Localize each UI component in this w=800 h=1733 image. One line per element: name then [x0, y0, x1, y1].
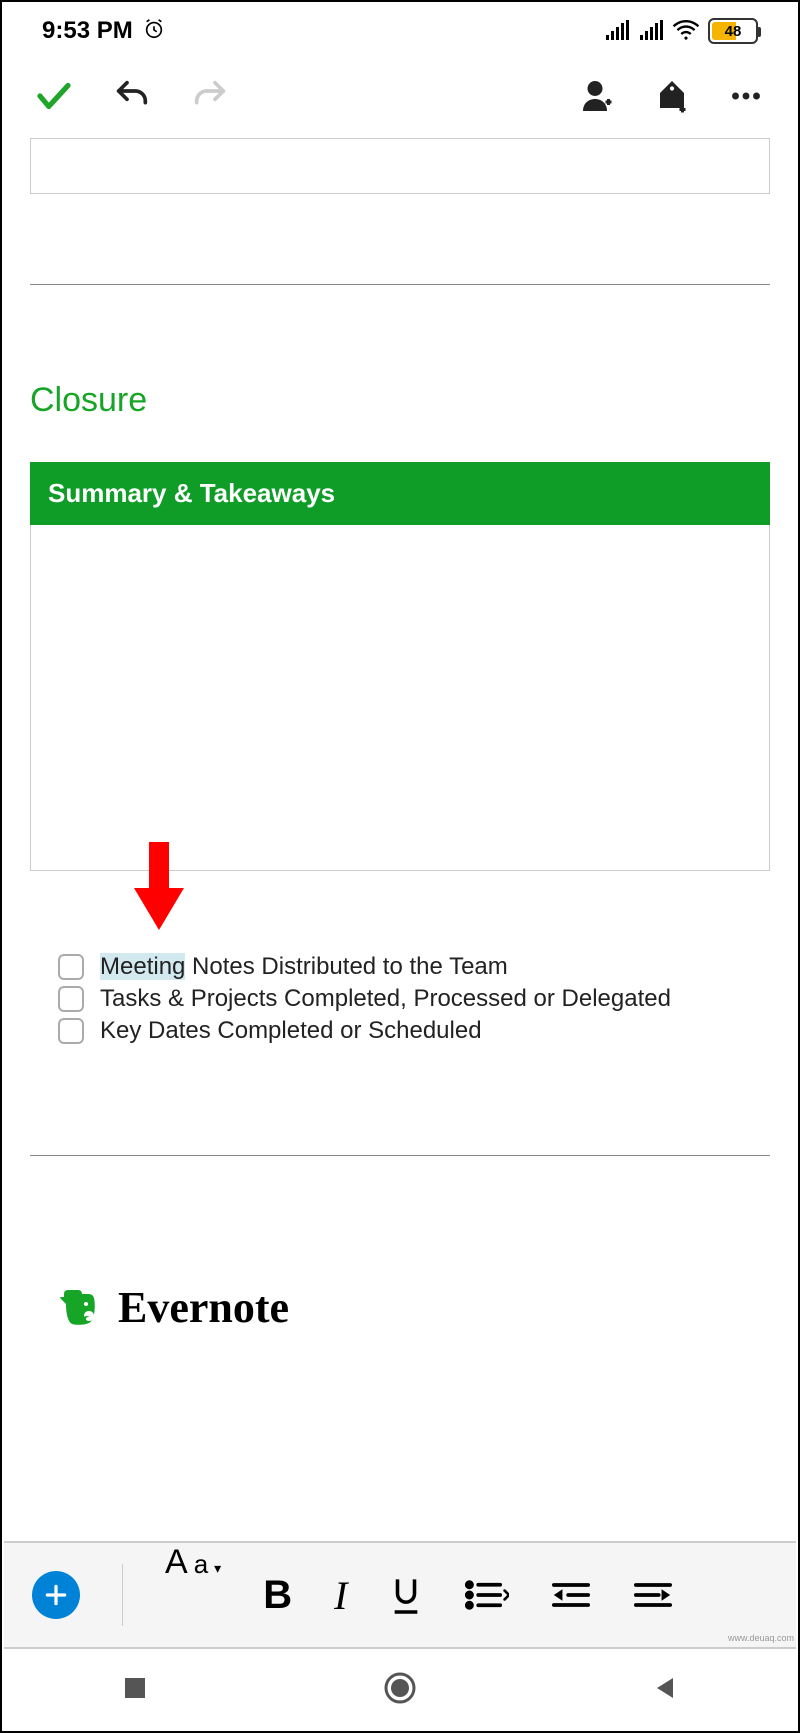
signal-1-icon: [604, 20, 630, 42]
check-text[interactable]: Key Dates Completed or Scheduled: [100, 1017, 482, 1045]
add-tag-button[interactable]: [650, 74, 694, 118]
checklist[interactable]: Meeting Notes Distributed to the Team Ta…: [58, 953, 770, 1045]
underline-button[interactable]: [389, 1543, 423, 1647]
section-body[interactable]: [30, 525, 770, 871]
empty-textbox[interactable]: [30, 138, 770, 194]
evernote-elephant-icon: [56, 1284, 104, 1332]
brand-name: Evernote: [118, 1282, 289, 1333]
recents-button[interactable]: [122, 1675, 148, 1706]
section-title[interactable]: Closure: [30, 381, 770, 420]
indent-button[interactable]: [551, 1543, 591, 1647]
watermark: www.deuaq.com: [728, 1633, 794, 1643]
app-toolbar: [2, 56, 798, 138]
check-row[interactable]: Key Dates Completed or Scheduled: [58, 1017, 770, 1045]
list-button[interactable]: [465, 1543, 509, 1647]
text-style-button[interactable]: Aa▾: [165, 1543, 221, 1647]
alarm-icon: [143, 18, 165, 45]
insert-button[interactable]: [32, 1571, 80, 1619]
bold-button[interactable]: B: [263, 1543, 292, 1647]
check-text[interactable]: Meeting Notes Distributed to the Team: [100, 953, 508, 981]
check-text[interactable]: Tasks & Projects Completed, Processed or…: [100, 985, 671, 1013]
check-row[interactable]: Meeting Notes Distributed to the Team: [58, 953, 770, 981]
divider: [122, 1564, 123, 1626]
note-content[interactable]: Closure Summary & Takeaways Meeting Note…: [2, 138, 798, 1333]
wifi-icon: [672, 20, 700, 42]
brand-logo: Evernote: [56, 1282, 770, 1333]
home-button[interactable]: [383, 1671, 417, 1710]
add-person-button[interactable]: [576, 74, 620, 118]
format-toolbar: Aa▾ B I: [4, 1541, 796, 1649]
back-button[interactable]: [652, 1675, 678, 1706]
redo-button[interactable]: [188, 74, 232, 118]
divider: [30, 1155, 770, 1156]
android-nav-bar: [4, 1649, 796, 1731]
more-button[interactable]: [724, 74, 768, 118]
section-header[interactable]: Summary & Takeaways: [30, 462, 770, 525]
outdent-button[interactable]: [633, 1543, 673, 1647]
divider: [30, 284, 770, 285]
status-time: 9:53 PM: [42, 17, 133, 45]
battery-icon: 48: [708, 18, 758, 44]
status-bar: 9:53 PM 48: [2, 2, 798, 56]
checkbox-icon[interactable]: [58, 1018, 84, 1044]
signal-2-icon: [638, 20, 664, 42]
undo-button[interactable]: [110, 74, 154, 118]
checkbox-icon[interactable]: [58, 954, 84, 980]
checkbox-icon[interactable]: [58, 986, 84, 1012]
check-row[interactable]: Tasks & Projects Completed, Processed or…: [58, 985, 770, 1013]
done-button[interactable]: [32, 74, 76, 118]
annotation-arrow-icon: [132, 840, 186, 930]
italic-button[interactable]: I: [334, 1543, 347, 1647]
